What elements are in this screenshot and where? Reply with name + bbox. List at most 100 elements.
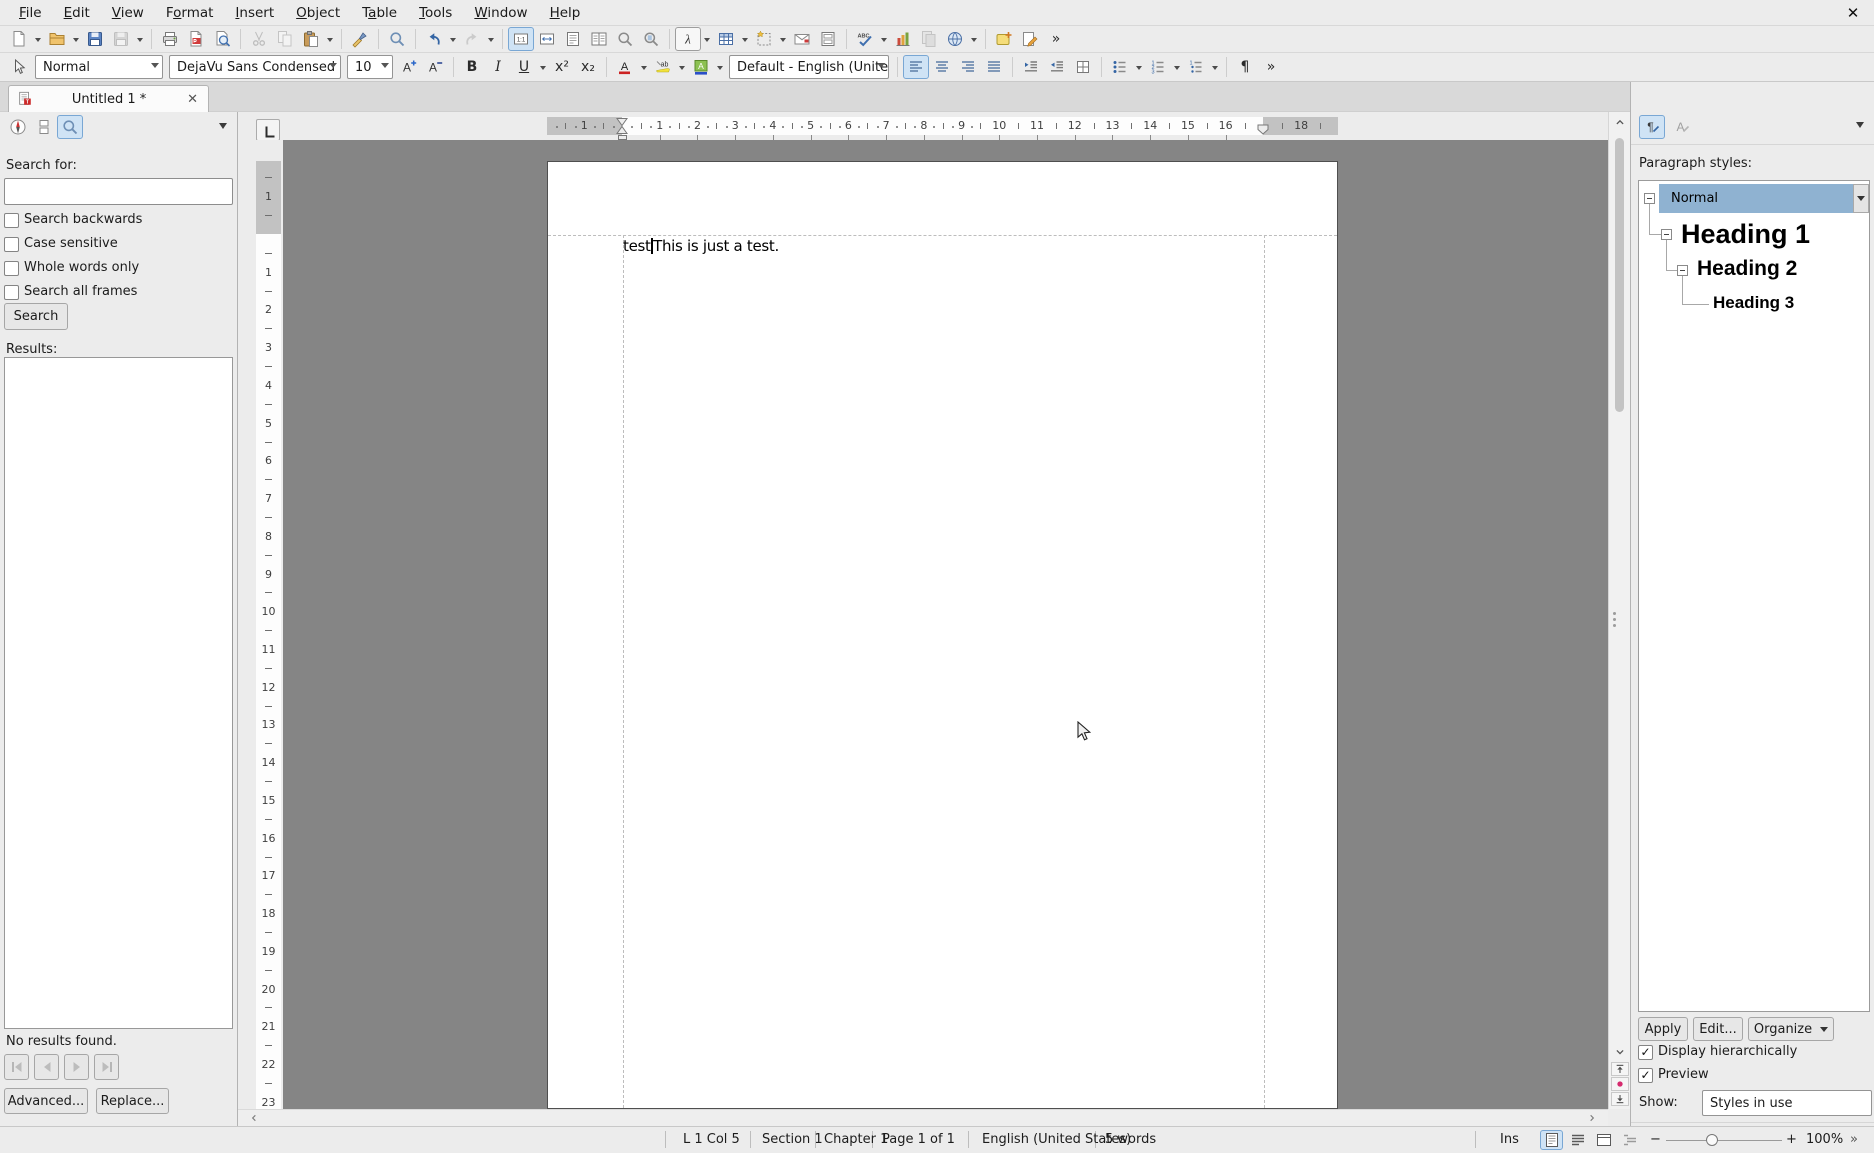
bullet-list-button[interactable] xyxy=(1107,55,1133,79)
open-folder-button[interactable] xyxy=(44,27,70,51)
show-filter-select[interactable]: Styles in use xyxy=(1702,1090,1872,1116)
vertical-scroll-thumb[interactable] xyxy=(1615,138,1624,412)
superscript-button[interactable]: x² xyxy=(549,55,575,79)
highlight-color-dropdown[interactable] xyxy=(676,55,688,79)
menu-table[interactable]: Table xyxy=(351,1,408,25)
edit-button[interactable]: Edit... xyxy=(1693,1017,1743,1041)
bold-button[interactable]: B xyxy=(459,55,485,79)
zoom-in-icon[interactable]: + xyxy=(1786,1132,1797,1147)
save-button[interactable] xyxy=(82,27,108,51)
scroll-right-icon[interactable] xyxy=(1584,1111,1600,1125)
styles-tree[interactable]: NormalHeading 1Heading 2Heading 3 xyxy=(1638,180,1870,1012)
hyperlink-globe-button[interactable] xyxy=(942,27,968,51)
page-borders-button[interactable] xyxy=(1070,55,1096,79)
numbered-list-button[interactable]: 123 xyxy=(1145,55,1171,79)
browse-object-button[interactable] xyxy=(1611,1077,1629,1091)
menu-help[interactable]: Help xyxy=(539,1,592,25)
scroll-up-icon[interactable] xyxy=(1611,114,1629,130)
menu-edit[interactable]: Edit xyxy=(53,1,101,25)
right-panel-splitter[interactable] xyxy=(1612,602,1617,636)
background-color-dropdown[interactable] xyxy=(714,55,726,79)
open-folder-dropdown[interactable] xyxy=(70,27,82,51)
numbered-list-dropdown[interactable] xyxy=(1171,55,1183,79)
first-line-indent-marker[interactable] xyxy=(616,117,628,135)
outline-list-dropdown[interactable] xyxy=(1209,55,1221,79)
hyperlink-globe-dropdown[interactable] xyxy=(968,27,980,51)
highlight-color-button[interactable]: ab xyxy=(650,55,676,79)
advanced-button[interactable]: Advanced... xyxy=(4,1088,88,1114)
zoom-100-button[interactable]: 1:1 xyxy=(508,27,534,51)
right-indent-marker[interactable] xyxy=(1257,124,1269,135)
expander-normal[interactable] xyxy=(1644,193,1655,204)
results-list[interactable] xyxy=(4,357,233,1029)
underline-dropdown[interactable] xyxy=(537,55,549,79)
add-annotation-button[interactable] xyxy=(991,27,1017,51)
menu-view[interactable]: View xyxy=(101,1,155,25)
pilcrow-button[interactable]: ¶ xyxy=(1232,55,1258,79)
insert-table-dropdown[interactable] xyxy=(739,27,751,51)
status-zoom-level[interactable]: 100% xyxy=(1806,1132,1843,1147)
view-web-button[interactable] xyxy=(1592,1130,1615,1150)
zoom-page-width-button[interactable] xyxy=(534,27,560,51)
zoom-whole-page-button[interactable] xyxy=(638,27,664,51)
indent-increase-button[interactable] xyxy=(1044,55,1070,79)
paragraph-styles-tab[interactable]: ¶ xyxy=(1639,115,1665,139)
option-whole-words-only-checkbox[interactable] xyxy=(4,261,19,276)
sidebar-compass-button[interactable] xyxy=(5,115,31,139)
insert-table-button[interactable] xyxy=(713,27,739,51)
tab-stop-selector-button[interactable] xyxy=(256,119,280,141)
overflow-button[interactable]: » xyxy=(1043,27,1069,51)
next-page-button[interactable] xyxy=(1611,1092,1629,1106)
font-increase-button[interactable]: A xyxy=(396,55,422,79)
page-layout-button[interactable] xyxy=(815,27,841,51)
style-item-normal-dropdown[interactable] xyxy=(1853,184,1869,213)
status-overflow-icon[interactable]: » xyxy=(1850,1132,1858,1147)
zoom-out-icon[interactable]: − xyxy=(1650,1132,1661,1147)
underline-button[interactable]: U xyxy=(511,55,537,79)
tab-untitled[interactable]: T Untitled 1 * ✕ xyxy=(8,85,209,112)
print-button[interactable] xyxy=(157,27,183,51)
find-button[interactable] xyxy=(384,27,410,51)
sidebar-search-button[interactable] xyxy=(57,115,83,139)
formula-dropdown[interactable] xyxy=(701,27,713,51)
redo-dropdown[interactable] xyxy=(485,27,497,51)
outline-list-button[interactable]: 1 xyxy=(1183,55,1209,79)
font-color-button[interactable]: A xyxy=(612,55,638,79)
indent-decrease-button[interactable] xyxy=(1018,55,1044,79)
chart-button[interactable] xyxy=(890,27,916,51)
paste-dropdown[interactable] xyxy=(324,27,336,51)
paste-button[interactable] xyxy=(298,27,324,51)
style-item-heading-3[interactable]: Heading 3 xyxy=(1713,293,1794,313)
character-styles-tab[interactable]: A xyxy=(1669,115,1695,139)
apply-button[interactable]: Apply xyxy=(1638,1017,1688,1041)
spellcheck-dropdown[interactable] xyxy=(878,27,890,51)
align-justify-button[interactable] xyxy=(981,55,1007,79)
view-normal-button[interactable] xyxy=(1566,1130,1589,1150)
view-single-page-button[interactable] xyxy=(560,27,586,51)
select-cursor-button[interactable] xyxy=(6,55,32,79)
zoom-tool-button[interactable] xyxy=(612,27,638,51)
view-facing-pages-button[interactable] xyxy=(586,27,612,51)
status-insert-mode[interactable]: Ins xyxy=(1500,1132,1519,1147)
expander-heading-1[interactable] xyxy=(1661,229,1672,240)
undo-dropdown[interactable] xyxy=(447,27,459,51)
font-size-combo[interactable]: 10 xyxy=(347,55,393,79)
background-color-button[interactable]: A xyxy=(688,55,714,79)
previous-page-button[interactable] xyxy=(1611,1062,1629,1076)
sidebar-pane-dropdown[interactable] xyxy=(219,123,227,133)
tab-close-icon[interactable]: ✕ xyxy=(185,92,200,107)
option-search-backwards-checkbox[interactable] xyxy=(4,213,19,228)
align-right-button[interactable] xyxy=(955,55,981,79)
print-preview-button[interactable] xyxy=(209,27,235,51)
align-left-button[interactable] xyxy=(903,55,929,79)
menu-object[interactable]: Object xyxy=(285,1,351,25)
horizontal-ruler[interactable]: 11234567891011121314151618 xyxy=(238,112,1608,140)
organize-button[interactable]: Organize xyxy=(1748,1017,1834,1041)
language-combo[interactable]: Default - English (United xyxy=(729,55,889,79)
menu-window[interactable]: Window xyxy=(463,1,538,25)
clone-formatting-button[interactable] xyxy=(347,27,373,51)
menu-tools[interactable]: Tools xyxy=(408,1,463,25)
formula-button[interactable]: λ xyxy=(675,27,701,51)
new-document-button[interactable] xyxy=(6,27,32,51)
save-as-dropdown[interactable] xyxy=(134,27,146,51)
